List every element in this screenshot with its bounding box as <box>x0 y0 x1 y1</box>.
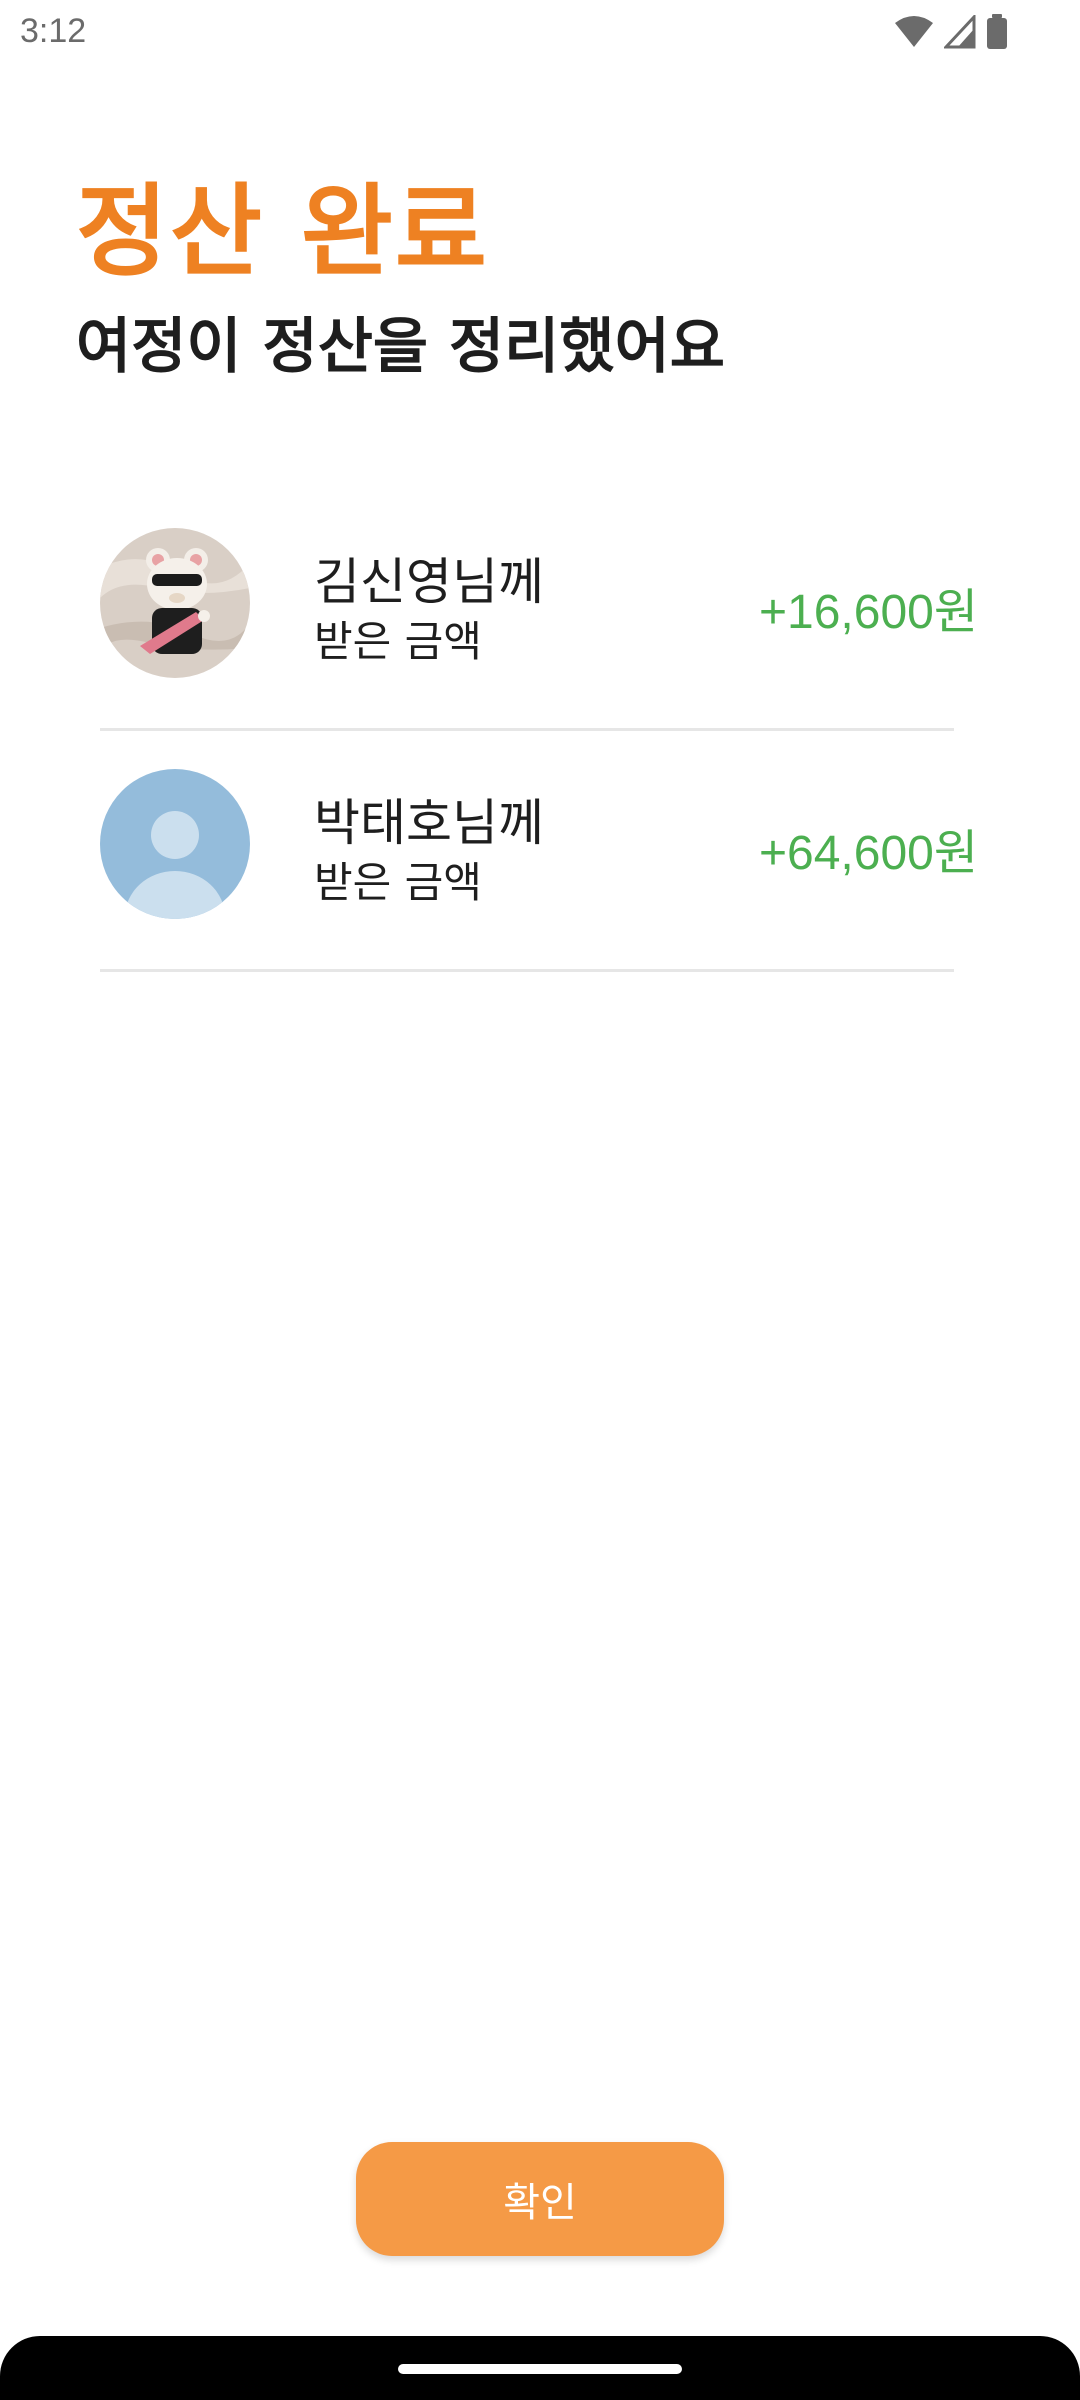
navigation-bar <box>0 2336 1080 2400</box>
battery-icon <box>986 14 1008 54</box>
page-subtitle: 여정이 정산을 정리했어요 <box>76 312 725 382</box>
received-amount: +64,600원 <box>758 827 978 880</box>
recipient-name: 박태호님께 <box>314 794 544 852</box>
default-person-avatar-icon <box>100 769 250 919</box>
home-gesture-handle[interactable] <box>398 2364 682 2374</box>
recipient-name: 김신영님께 <box>314 553 544 611</box>
avatar <box>100 769 250 919</box>
settlement-row: 박태호님께 받은 금액 +64,600원 <box>100 731 978 972</box>
signal-icon <box>942 13 976 53</box>
received-amount-label: 받은 금액 <box>314 858 482 907</box>
settlement-complete-screen: 3:12 정산 완료 여정이 정산을 정리했어요 김신영님께 받은 금액 +16… <box>0 0 1080 2400</box>
wifi-icon <box>894 15 934 53</box>
settlement-row: 김신영님께 받은 금액 +16,600원 <box>100 490 978 731</box>
page-title: 정산 완료 <box>76 173 489 290</box>
received-amount-label: 받은 금액 <box>314 617 482 666</box>
avatar <box>100 528 250 678</box>
received-amount: +16,600원 <box>758 586 978 639</box>
confirm-button[interactable]: 확인 <box>356 2142 724 2256</box>
bear-photo-avatar-icon <box>100 528 250 678</box>
status-time: 3:12 <box>20 12 87 50</box>
status-bar: 3:12 <box>0 0 1080 64</box>
settlement-list: 김신영님께 받은 금액 +16,600원 박태호님께 받은 금액 +64,600… <box>100 490 978 972</box>
status-icons <box>894 13 1008 54</box>
